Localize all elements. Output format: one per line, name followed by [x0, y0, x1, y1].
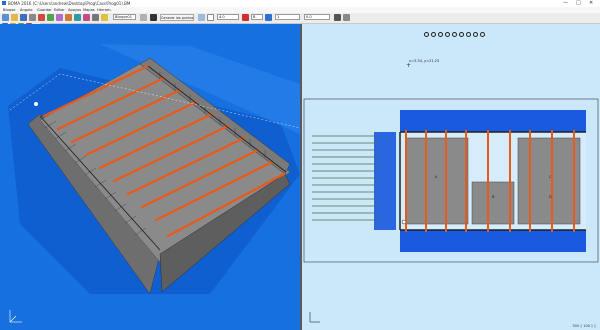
grid-icon[interactable]	[47, 14, 54, 21]
minimize-button[interactable]: —	[563, 0, 568, 7]
maximize-button[interactable]: □	[576, 0, 581, 7]
label-d: D	[549, 195, 552, 199]
table-icon[interactable]	[334, 14, 341, 21]
label-b: B	[492, 195, 495, 199]
edit-icon[interactable]	[65, 14, 72, 21]
sun-icon[interactable]	[101, 14, 108, 21]
status-readout: 300 ▯ 100 ▯ ▯	[572, 324, 596, 328]
app-icon	[2, 1, 6, 5]
label-c: C	[549, 175, 552, 179]
print-icon[interactable]	[29, 14, 36, 21]
value-field-1[interactable]: 4.0	[217, 14, 239, 20]
slab-a	[405, 137, 469, 225]
layers-icon[interactable]	[56, 14, 63, 21]
bottom-zone	[400, 230, 586, 252]
new-icon[interactable]	[2, 14, 9, 21]
axis-triad	[9, 310, 22, 323]
value-field-4[interactable]: 0.0	[304, 14, 330, 20]
2d-plan-viewport[interactable]: x=3.34, y=21.23 + A B C D 300 ▯ 100 ▯ ▯	[302, 24, 600, 330]
selected-node	[401, 219, 407, 225]
close-button[interactable]: ✕	[589, 0, 593, 7]
3d-model-drawing	[8, 44, 301, 323]
plan-drawing	[303, 98, 599, 323]
3d-viewport[interactable]	[0, 24, 301, 330]
view-icon[interactable]	[74, 14, 81, 21]
window-title: BOMA 2016 (C:\Users\andrew\Desktop\Prog\…	[8, 1, 131, 6]
marker-red-icon[interactable]	[242, 14, 249, 21]
color-icon[interactable]	[83, 14, 90, 21]
block-select[interactable]: Bloque01	[113, 14, 136, 20]
list-icon[interactable]	[343, 14, 350, 21]
view-toggle-icon[interactable]	[198, 14, 205, 21]
origin-marker	[34, 102, 38, 106]
delete-icon[interactable]	[38, 14, 45, 21]
open-icon[interactable]	[11, 14, 18, 21]
left-zone	[374, 132, 396, 230]
label-a: A	[435, 175, 438, 179]
main-toolbar: Bloque01 Generar los puntos 4.0 B 1 0.0	[0, 13, 600, 24]
settings-icon[interactable]	[92, 14, 99, 21]
link-icon[interactable]	[140, 14, 147, 21]
frame-icon[interactable]	[207, 14, 214, 21]
marker-blue-icon[interactable]	[265, 14, 272, 21]
zoom-icon[interactable]	[150, 14, 157, 21]
value-field-3[interactable]: 1	[275, 14, 300, 20]
top-zone	[400, 110, 586, 132]
save-icon[interactable]	[20, 14, 27, 21]
slab-c	[517, 137, 581, 225]
generate-points-button[interactable]: Generar los puntos	[160, 14, 194, 21]
plan-axis-triad	[309, 312, 320, 323]
slab-b	[471, 181, 515, 225]
value-field-2[interactable]: B	[251, 14, 263, 20]
